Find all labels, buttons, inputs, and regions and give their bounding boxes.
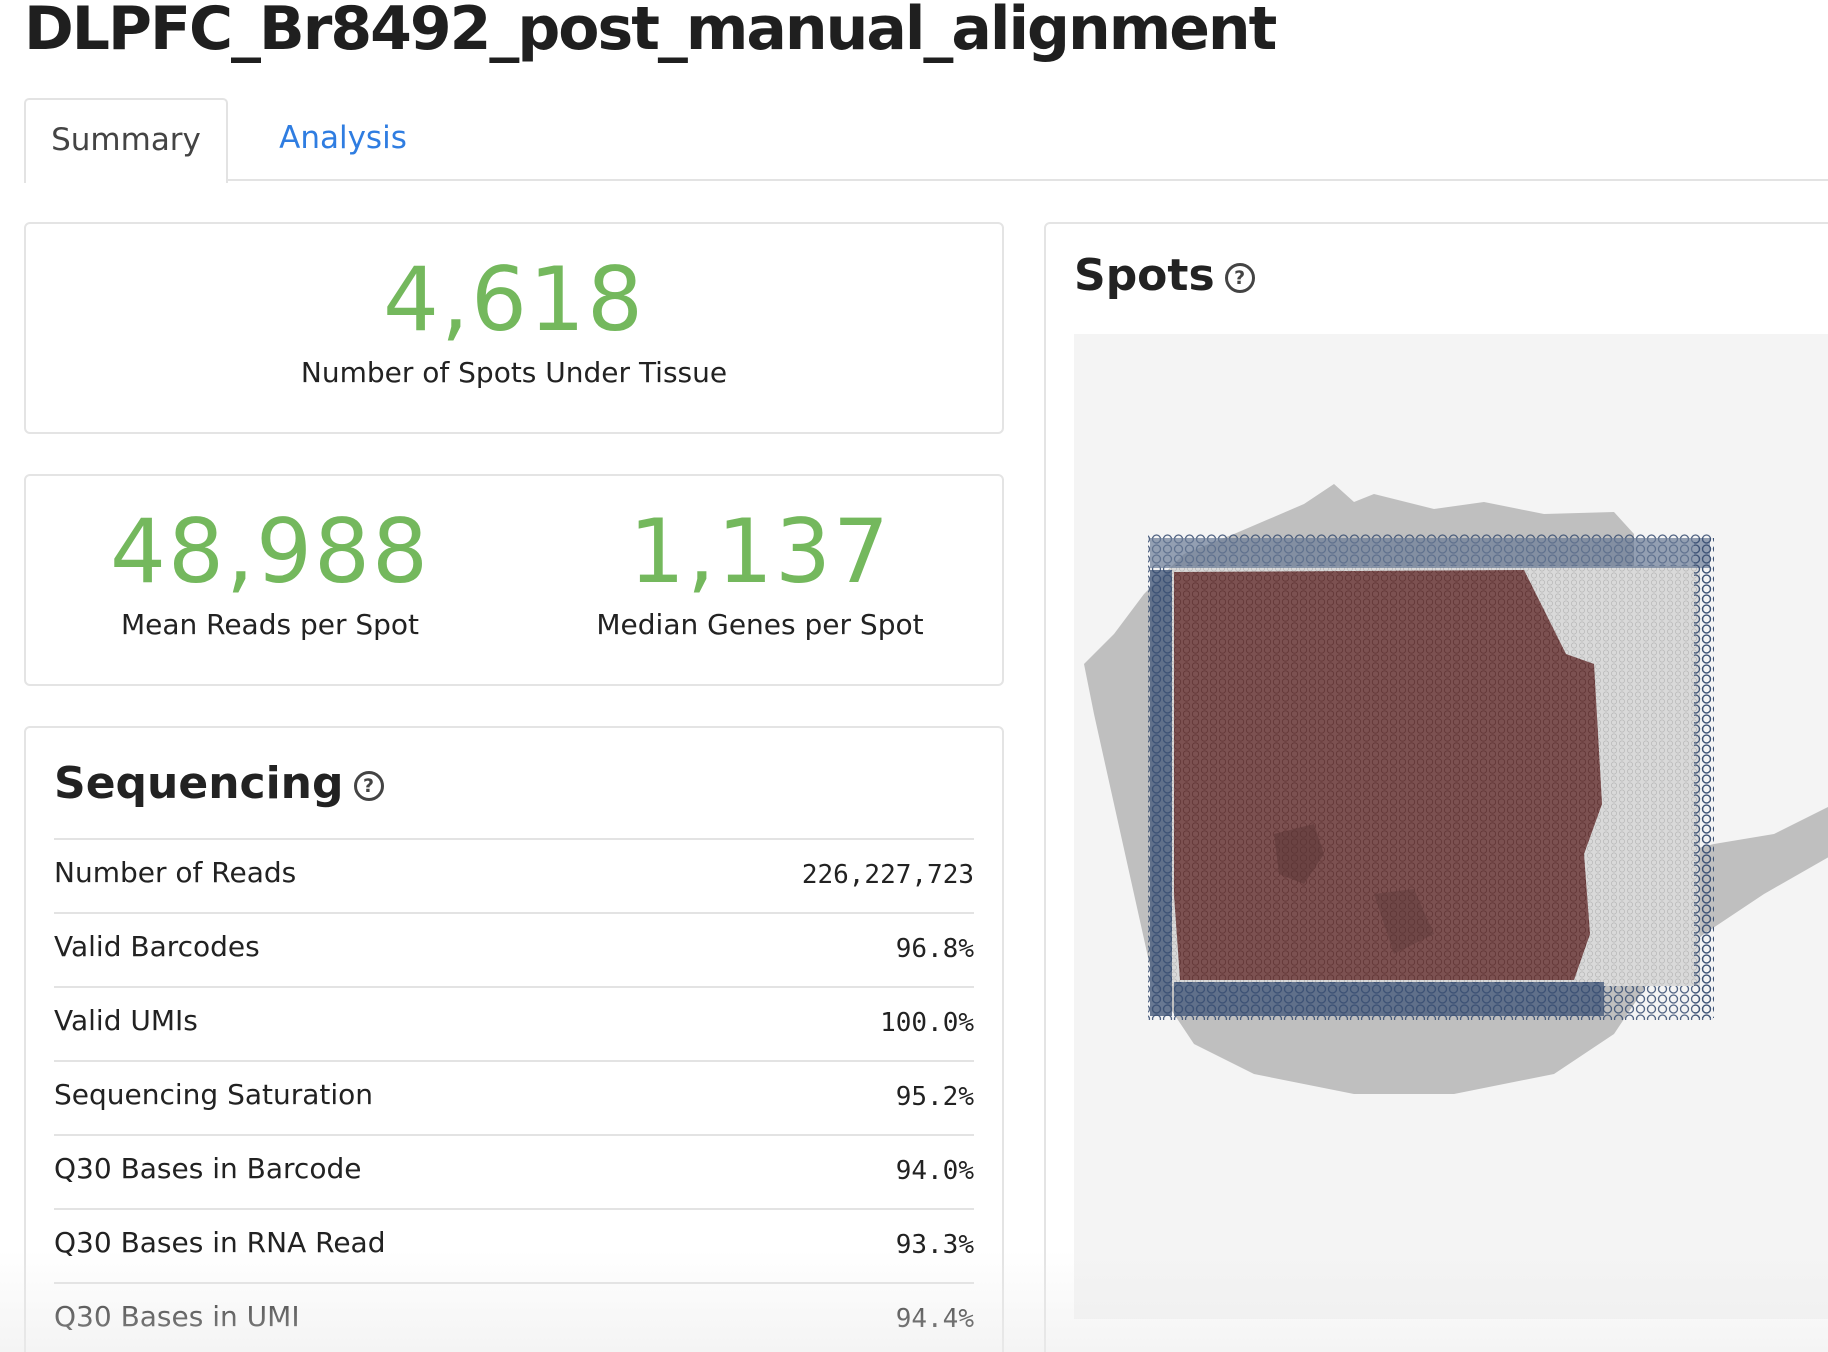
row-label: Q30 Bases in Barcode bbox=[54, 1152, 362, 1185]
spots-tissue-image[interactable] bbox=[1074, 334, 1828, 1319]
sequencing-table: Number of Reads 226,227,723 Valid Barcod… bbox=[54, 838, 974, 1352]
sequencing-title-text: Sequencing bbox=[54, 758, 344, 809]
table-row: Valid Barcodes 96.8% bbox=[54, 914, 974, 988]
row-value: 96.8% bbox=[895, 934, 974, 964]
spots-under-tissue-value: 4,618 bbox=[383, 248, 645, 351]
reads-genes-card: 48,988 Mean Reads per Spot 1,137 Median … bbox=[24, 474, 1004, 686]
row-value: 94.0% bbox=[895, 1156, 974, 1186]
help-icon[interactable]: ? bbox=[353, 771, 384, 801]
row-value: 95.2% bbox=[895, 1082, 974, 1112]
row-value: 94.4% bbox=[895, 1304, 974, 1334]
sequencing-card: Sequencing? Number of Reads 226,227,723 … bbox=[24, 726, 1004, 1352]
row-value: 100.0% bbox=[880, 1008, 974, 1038]
row-value: 226,227,723 bbox=[801, 860, 974, 890]
median-genes-label: Median Genes per Spot bbox=[596, 608, 924, 641]
sequencing-title: Sequencing? bbox=[54, 758, 384, 809]
median-genes-metric: 1,137 Median Genes per Spot bbox=[516, 476, 1004, 684]
row-label: Number of Reads bbox=[54, 856, 297, 889]
row-label: Q30 Bases in UMI bbox=[54, 1300, 300, 1333]
table-row: Q30 Bases in RNA Read 93.3% bbox=[54, 1210, 974, 1284]
spots-title-text: Spots bbox=[1074, 250, 1215, 301]
page-title: DLPFC_Br8492_post_manual_alignment bbox=[24, 0, 1277, 64]
row-label: Q30 Bases in RNA Read bbox=[54, 1226, 386, 1259]
help-icon[interactable]: ? bbox=[1224, 263, 1255, 293]
table-row: Sequencing Saturation 95.2% bbox=[54, 1062, 974, 1136]
spots-card: Spots? bbox=[1044, 222, 1828, 1352]
table-row: Valid UMIs 100.0% bbox=[54, 988, 974, 1062]
row-value: 93.3% bbox=[895, 1230, 974, 1260]
row-label: Valid UMIs bbox=[54, 1004, 198, 1037]
tab-bar: Summary Analysis bbox=[24, 98, 1828, 183]
table-row: Q30 Bases in Barcode 94.0% bbox=[54, 1136, 974, 1210]
spots-under-tissue-card: 4,618 Number of Spots Under Tissue bbox=[24, 222, 1004, 434]
table-row: Q30 Bases in UMI 94.4% bbox=[54, 1284, 974, 1352]
mean-reads-value: 48,988 bbox=[110, 500, 430, 603]
tab-analysis[interactable]: Analysis bbox=[258, 98, 428, 181]
spots-under-tissue-label: Number of Spots Under Tissue bbox=[300, 356, 728, 389]
bottom-blue-spots-dots bbox=[1174, 982, 1604, 1016]
page: DLPFC_Br8492_post_manual_alignment Summa… bbox=[0, 0, 1828, 1352]
tab-summary[interactable]: Summary bbox=[24, 98, 228, 183]
row-label: Sequencing Saturation bbox=[54, 1078, 374, 1111]
top-blue-spots bbox=[1150, 538, 1710, 568]
spots-title: Spots? bbox=[1074, 250, 1255, 301]
median-genes-value: 1,137 bbox=[629, 500, 891, 603]
right-blue-spots bbox=[1694, 538, 1714, 1018]
row-label: Valid Barcodes bbox=[54, 930, 260, 963]
mean-reads-metric: 48,988 Mean Reads per Spot bbox=[26, 476, 514, 684]
tissue-spot-plot bbox=[1074, 334, 1828, 1319]
table-row: Number of Reads 226,227,723 bbox=[54, 840, 974, 914]
left-blue-spots-dots bbox=[1150, 570, 1172, 1016]
mean-reads-label: Mean Reads per Spot bbox=[120, 608, 420, 641]
